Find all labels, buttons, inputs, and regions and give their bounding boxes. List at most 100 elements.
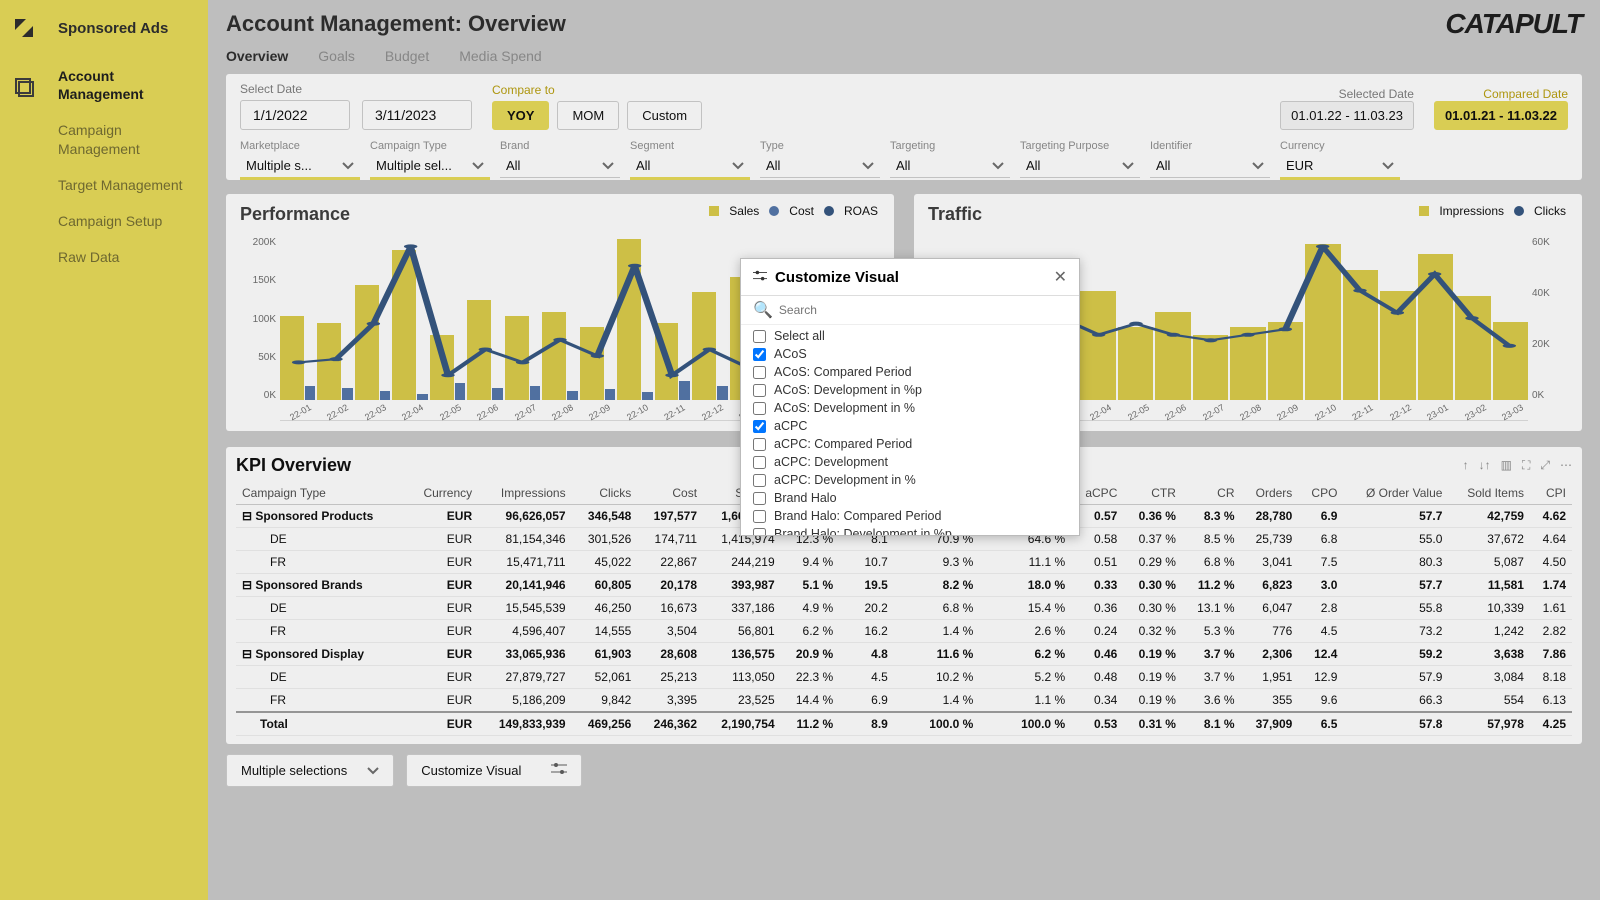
tab-media-spend[interactable]: Media Spend [459,48,542,64]
date-to-input[interactable]: 3/11/2023 [362,100,472,130]
filter-currency-dropdown[interactable]: EUR [1280,154,1400,180]
chart-legend: SalesCostROAS [709,204,878,218]
table-row[interactable]: DEEUR27,879,72752,06125,213113,05022.3 %… [236,666,1572,689]
popup-option-brand-halo-development-in-p[interactable]: Brand Halo: Development in %p [753,525,1067,535]
x-tick: 22-08 [550,402,575,422]
sidebar-item-campaign-management[interactable]: Campaign Management [58,121,198,157]
left-rail [0,0,48,900]
x-tick: 22-11 [1351,402,1375,422]
x-tick: 22-05 [1126,402,1151,422]
table-row[interactable]: DEEUR15,545,53946,25016,673337,1864.9 %2… [236,597,1572,620]
filter-targeting-purpose-dropdown[interactable]: All [1020,154,1140,178]
checkbox[interactable] [753,528,766,536]
sidebar-item-raw-data[interactable]: Raw Data [58,248,198,266]
x-tick: 22-10 [625,402,650,422]
x-tick: 22-12 [700,402,725,422]
date-from-input[interactable]: 1/1/2022 [240,100,350,130]
checkbox[interactable] [753,330,766,343]
expand-icon[interactable]: ⛶ [1522,458,1530,473]
popup-option-acpc[interactable]: aCPC [753,417,1067,435]
checkbox[interactable] [753,510,766,523]
filter-targeting-dropdown[interactable]: All [890,154,1010,178]
tab-goals[interactable]: Goals [318,48,355,64]
kpi-col-ctr[interactable]: CTR [1123,482,1182,505]
close-icon[interactable]: ✕ [1054,267,1067,287]
checkbox[interactable] [753,366,766,379]
checkbox[interactable] [753,456,766,469]
customize-visual-button[interactable]: Customize Visual [406,754,582,787]
checkbox[interactable] [753,492,766,505]
filter-segment-dropdown[interactable]: All [630,154,750,180]
tab-budget[interactable]: Budget [385,48,429,64]
kpi-col-cpo[interactable]: CPO [1298,482,1343,505]
sidebar-item-target-management[interactable]: Target Management [58,176,198,194]
filter-identifier-dropdown[interactable]: All [1150,154,1270,178]
filter-label-identifier: Identifier [1150,140,1270,152]
drill-icon[interactable]: ▥ [1501,458,1512,473]
sidebar-item-campaign-setup[interactable]: Campaign Setup [58,212,198,230]
checkbox[interactable] [753,384,766,397]
customize-visual-popup: Customize Visual ✕ 🔍 Select allACoSACoS:… [740,258,1080,536]
checkbox[interactable] [753,438,766,451]
kpi-col-campaign-type[interactable]: Campaign Type [236,482,406,505]
kpi-col-sold-items[interactable]: Sold Items [1448,482,1530,505]
checkbox[interactable] [753,420,766,433]
compare-mom-button[interactable]: MOM [557,101,619,130]
popup-option-acpc-development-in-[interactable]: aCPC: Development in % [753,471,1067,489]
x-tick: 23-03 [1500,402,1525,422]
filter-marketplace-dropdown[interactable]: Multiple s... [240,154,360,180]
table-row[interactable]: ⊟ Sponsored BrandsEUR20,141,94660,80520,… [236,574,1572,597]
popup-option-acpc-compared-period[interactable]: aCPC: Compared Period [753,435,1067,453]
sidebar-title: Sponsored Ads [58,20,198,37]
kpi-col-currency[interactable]: Currency [406,482,478,505]
sort-toggle-icon[interactable]: ↓↑ [1479,458,1491,473]
table-row[interactable]: ⊟ Sponsored DisplayEUR33,065,93661,90328… [236,643,1572,666]
x-tick: 22-10 [1313,402,1338,422]
popup-option-acos[interactable]: ACoS [753,345,1067,363]
popup-title: Customize Visual [775,269,899,286]
tab-overview[interactable]: Overview [226,48,288,64]
filter-label-targeting: Targeting [890,140,1010,152]
popup-option-brand-halo[interactable]: Brand Halo [753,489,1067,507]
focus-icon[interactable]: ⤢ [1540,458,1550,473]
sidebar-item-account-management[interactable]: Account Management [58,67,198,103]
checkbox[interactable] [753,348,766,361]
table-row[interactable]: FREUR4,596,40714,5553,50456,8016.2 %16.2… [236,620,1572,643]
table-row[interactable]: FREUR15,471,71145,02222,867244,2199.4 %1… [236,551,1572,574]
search-icon: 🔍 [753,300,773,320]
kpi-col-cost[interactable]: Cost [637,482,703,505]
popup-option-acpc-development[interactable]: aCPC: Development [753,453,1067,471]
sidebar: Sponsored Ads Account Management Campaign… [48,0,208,900]
compared-date-value: 01.01.21 - 11.03.22 [1434,101,1568,130]
more-icon[interactable]: ⋯ [1560,458,1572,473]
stack-icon[interactable] [12,75,36,104]
compare-custom-button[interactable]: Custom [627,101,702,130]
compare-yoy-button[interactable]: YOY [492,101,549,130]
kpi-col-clicks[interactable]: Clicks [572,482,638,505]
checkbox[interactable] [753,474,766,487]
kpi-col-orders[interactable]: Orders [1241,482,1299,505]
popup-option-select-all[interactable]: Select all [753,327,1067,345]
x-tick: 23-01 [1425,402,1450,422]
multiple-selections-dropdown[interactable]: Multiple selections [226,754,394,787]
popup-option-brand-halo-compared-period[interactable]: Brand Halo: Compared Period [753,507,1067,525]
filter-type-dropdown[interactable]: All [760,154,880,178]
kpi-col-impressions[interactable]: Impressions [478,482,571,505]
popup-search-input[interactable] [779,303,1067,317]
filter-bar: Select Date 1/1/2022 3/11/2023 Compare t… [226,74,1582,180]
table-row[interactable]: FREUR5,186,2099,8423,39523,52514.4 %6.91… [236,689,1572,713]
filter-brand-dropdown[interactable]: All [500,154,620,178]
x-tick: 22-09 [1276,402,1301,422]
sort-up-icon[interactable]: ↑ [1463,458,1469,473]
kpi-col-cpi[interactable]: CPI [1530,482,1572,505]
checkbox[interactable] [753,402,766,415]
sliders-icon [551,763,567,778]
chart-legend: ImpressionsClicks [1419,204,1566,218]
filter-campaign-type-dropdown[interactable]: Multiple sel... [370,154,490,180]
popup-option-acos-compared-period[interactable]: ACoS: Compared Period [753,363,1067,381]
popup-option-acos-development-in-[interactable]: ACoS: Development in % [753,399,1067,417]
popup-option-acos-development-in-p[interactable]: ACoS: Development in %p [753,381,1067,399]
x-tick: 22-03 [363,402,388,422]
kpi-col-cr[interactable]: CR [1182,482,1241,505]
kpi-col--order-value[interactable]: Ø Order Value [1343,482,1448,505]
